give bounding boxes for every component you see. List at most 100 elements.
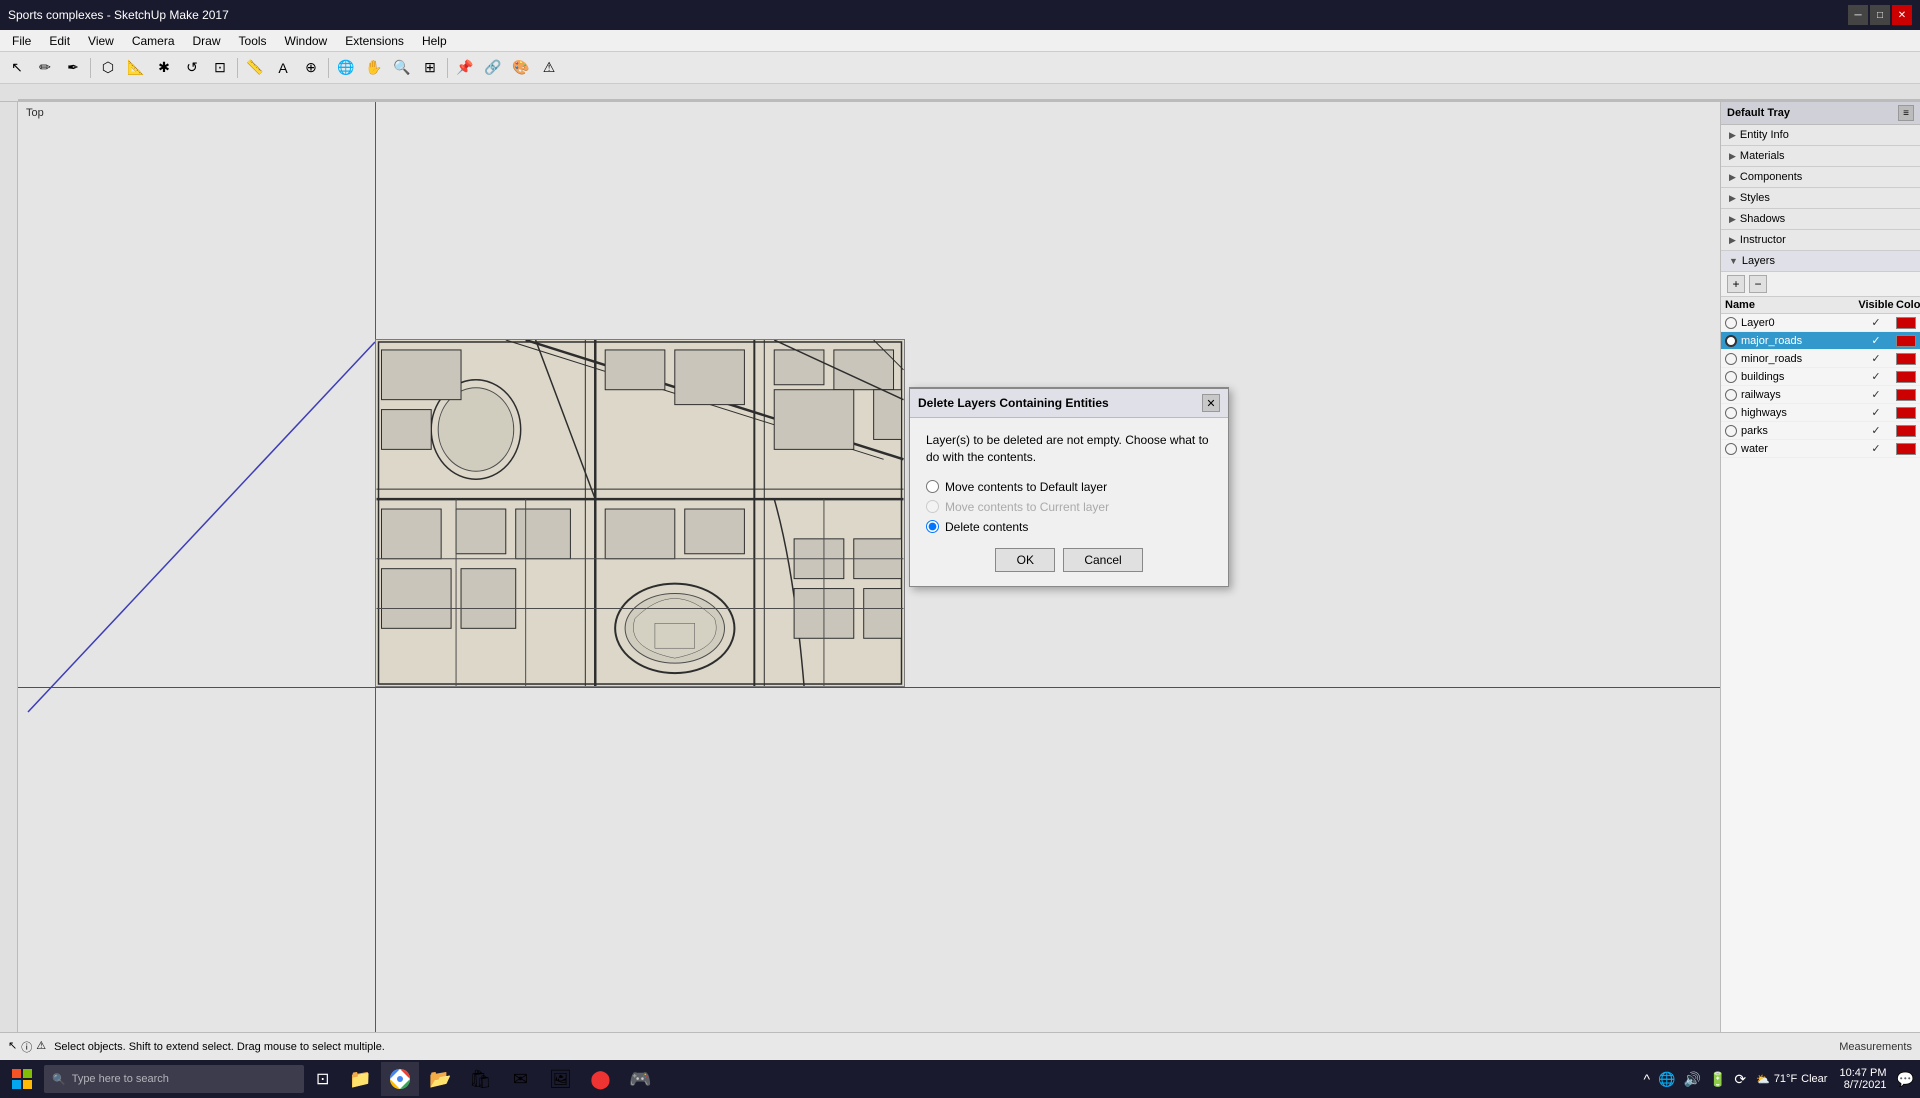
remove-layer-button[interactable]: − bbox=[1749, 275, 1767, 293]
rotate-tool[interactable]: ↺ bbox=[179, 55, 205, 81]
layer-row-major-roads[interactable]: major_roads ✓ bbox=[1721, 332, 1920, 350]
ok-button[interactable]: OK bbox=[995, 548, 1055, 572]
notification-icon[interactable]: 💬 bbox=[1895, 1071, 1916, 1088]
maximize-button[interactable]: □ bbox=[1870, 5, 1890, 25]
push-pull-tool[interactable]: 📐 bbox=[123, 55, 149, 81]
start-button[interactable] bbox=[4, 1062, 40, 1096]
layers-header[interactable]: ▼ Layers bbox=[1721, 251, 1920, 272]
scale-tool[interactable]: ⊡ bbox=[207, 55, 233, 81]
major-roads-radio[interactable] bbox=[1725, 335, 1737, 347]
volume-icon[interactable]: 🔊 bbox=[1682, 1071, 1703, 1088]
menu-bar: File Edit View Camera Draw Tools Window … bbox=[0, 30, 1920, 52]
close-button[interactable]: ✕ bbox=[1892, 5, 1912, 25]
minor-roads-visible[interactable]: ✓ bbox=[1856, 352, 1896, 365]
components-header[interactable]: ▶ Components bbox=[1721, 167, 1920, 187]
pan-tool[interactable]: ✋ bbox=[361, 55, 387, 81]
taskbar-app-store[interactable]: 🛍 bbox=[461, 1062, 499, 1096]
major-roads-color[interactable] bbox=[1896, 335, 1916, 347]
railways-radio[interactable] bbox=[1725, 389, 1737, 401]
clock-widget[interactable]: 10:47 PM 8/7/2021 bbox=[1835, 1067, 1890, 1091]
layer-row-buildings[interactable]: buildings ✓ bbox=[1721, 368, 1920, 386]
entity-info-header[interactable]: ▶ Entity Info bbox=[1721, 125, 1920, 145]
show-hidden-icon[interactable]: ^ bbox=[1641, 1071, 1652, 1087]
component-tool[interactable]: 📌 bbox=[452, 55, 478, 81]
tape-tool[interactable]: 📏 bbox=[242, 55, 268, 81]
water-color[interactable] bbox=[1896, 443, 1916, 455]
layer0-color[interactable] bbox=[1896, 317, 1916, 329]
network-icon[interactable]: 🌐 bbox=[1656, 1071, 1677, 1088]
parks-visible[interactable]: ✓ bbox=[1856, 424, 1896, 437]
zoom-window-tool[interactable]: ⊞ bbox=[417, 55, 443, 81]
menu-view[interactable]: View bbox=[80, 32, 122, 50]
menu-tools[interactable]: Tools bbox=[231, 32, 275, 50]
orbit-tool[interactable]: 🌐 bbox=[333, 55, 359, 81]
axes-tool[interactable]: ⊕ bbox=[298, 55, 324, 81]
zoom-tool[interactable]: 🔍 bbox=[389, 55, 415, 81]
battery-icon[interactable]: 🔋 bbox=[1707, 1071, 1728, 1088]
layer-row-highways[interactable]: highways ✓ bbox=[1721, 404, 1920, 422]
taskbar-app-game[interactable]: 🎮 bbox=[621, 1062, 659, 1096]
buildings-visible[interactable]: ✓ bbox=[1856, 370, 1896, 383]
delete-contents-radio[interactable] bbox=[926, 520, 939, 533]
modal-close-button[interactable]: ✕ bbox=[1202, 394, 1220, 412]
layer-row-layer0[interactable]: Layer0 ✓ bbox=[1721, 314, 1920, 332]
menu-window[interactable]: Window bbox=[277, 32, 336, 50]
major-roads-visible[interactable]: ✓ bbox=[1856, 334, 1896, 347]
taskbar-app-red[interactable]: ⬤ bbox=[581, 1062, 619, 1096]
menu-file[interactable]: File bbox=[4, 32, 39, 50]
canvas-area[interactable]: Top bbox=[18, 102, 1720, 1032]
add-layer-button[interactable]: + bbox=[1727, 275, 1745, 293]
railways-visible[interactable]: ✓ bbox=[1856, 388, 1896, 401]
cancel-button[interactable]: Cancel bbox=[1063, 548, 1142, 572]
shape-tool[interactable]: ⬡ bbox=[95, 55, 121, 81]
menu-extensions[interactable]: Extensions bbox=[337, 32, 412, 50]
shadows-header[interactable]: ▶ Shadows bbox=[1721, 209, 1920, 229]
parks-color[interactable] bbox=[1896, 425, 1916, 437]
text-tool[interactable]: A bbox=[270, 55, 296, 81]
instructor-header[interactable]: ▶ Instructor bbox=[1721, 230, 1920, 250]
layer-row-parks[interactable]: parks ✓ bbox=[1721, 422, 1920, 440]
eraser-tool[interactable]: ✏ bbox=[32, 55, 58, 81]
minor-roads-color[interactable] bbox=[1896, 353, 1916, 365]
pencil-tool[interactable]: ✒ bbox=[60, 55, 86, 81]
menu-edit[interactable]: Edit bbox=[41, 32, 78, 50]
water-radio[interactable] bbox=[1725, 443, 1737, 455]
layer-row-railways[interactable]: railways ✓ bbox=[1721, 386, 1920, 404]
paint-tool[interactable]: 🎨 bbox=[508, 55, 534, 81]
update-icon[interactable]: ⟳ bbox=[1732, 1071, 1748, 1088]
taskbar-app-folder[interactable]: 📂 bbox=[421, 1062, 459, 1096]
styles-header[interactable]: ▶ Styles bbox=[1721, 188, 1920, 208]
group-tool[interactable]: 🔗 bbox=[480, 55, 506, 81]
move-tool[interactable]: ✱ bbox=[151, 55, 177, 81]
menu-draw[interactable]: Draw bbox=[185, 32, 229, 50]
search-bar[interactable]: 🔍 Type here to search bbox=[44, 1065, 304, 1093]
highways-color[interactable] bbox=[1896, 407, 1916, 419]
layer0-visible[interactable]: ✓ bbox=[1856, 316, 1896, 329]
task-view-button[interactable]: ⊡ bbox=[308, 1062, 337, 1096]
buildings-color[interactable] bbox=[1896, 371, 1916, 383]
taskbar-app-mail[interactable]: ✉ bbox=[501, 1062, 539, 1096]
layer-row-minor-roads[interactable]: minor_roads ✓ bbox=[1721, 350, 1920, 368]
weather-widget[interactable]: ⛅ 71°F Clear bbox=[1752, 1073, 1831, 1086]
layer0-radio[interactable] bbox=[1725, 317, 1737, 329]
taskbar-app-photos[interactable]: 🖼 bbox=[541, 1062, 579, 1096]
move-default-radio[interactable] bbox=[926, 480, 939, 493]
minimize-button[interactable]: ─ bbox=[1848, 5, 1868, 25]
tray-options-button[interactable]: ≡ bbox=[1898, 105, 1914, 121]
highways-visible[interactable]: ✓ bbox=[1856, 406, 1896, 419]
layer-row-water[interactable]: water ✓ bbox=[1721, 440, 1920, 458]
highways-radio[interactable] bbox=[1725, 407, 1737, 419]
menu-camera[interactable]: Camera bbox=[124, 32, 183, 50]
water-visible[interactable]: ✓ bbox=[1856, 442, 1896, 455]
menu-help[interactable]: Help bbox=[414, 32, 455, 50]
buildings-radio[interactable] bbox=[1725, 371, 1737, 383]
railways-color[interactable] bbox=[1896, 389, 1916, 401]
taskbar-app-explorer[interactable]: 📁 bbox=[341, 1062, 379, 1096]
select-tool[interactable]: ↖ bbox=[4, 55, 30, 81]
parks-radio[interactable] bbox=[1725, 425, 1737, 437]
minor-roads-radio[interactable] bbox=[1725, 353, 1737, 365]
taskbar-app-chrome[interactable] bbox=[381, 1062, 419, 1096]
materials-header[interactable]: ▶ Materials bbox=[1721, 146, 1920, 166]
right-panel: Default Tray ≡ ▶ Entity Info ▶ Materials… bbox=[1720, 102, 1920, 1032]
sandbox-tool[interactable]: ⚠ bbox=[536, 55, 562, 81]
